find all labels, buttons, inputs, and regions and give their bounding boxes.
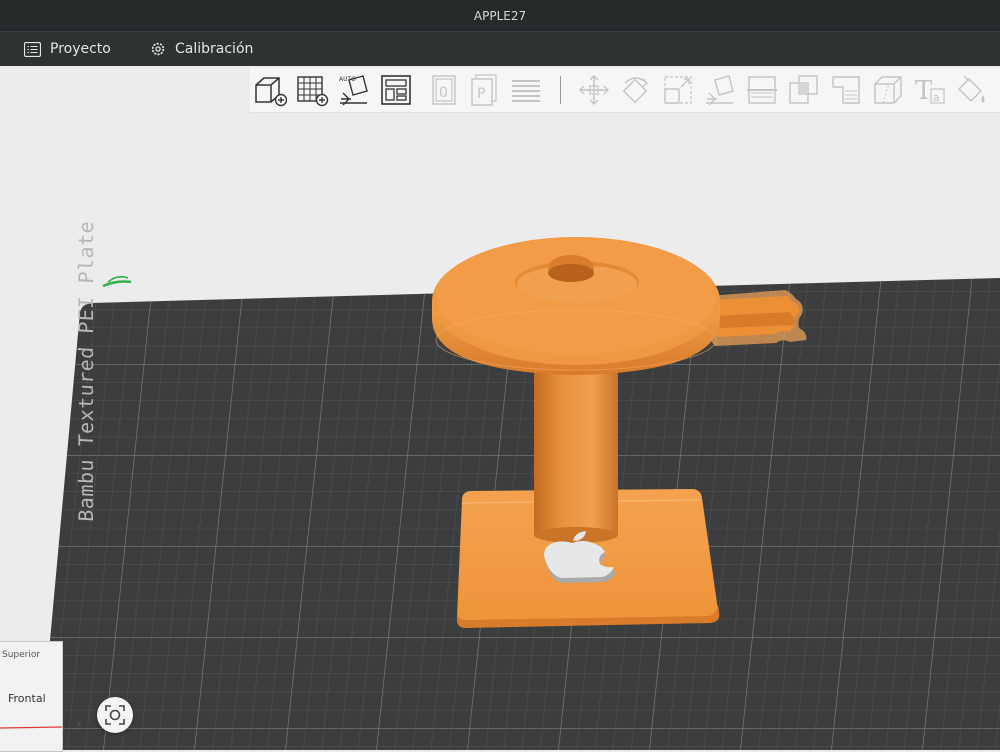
- menu-project[interactable]: Proyecto: [24, 32, 111, 66]
- support-paint-icon: [832, 76, 860, 104]
- svg-text:AUTO: AUTO: [339, 76, 356, 83]
- arrange-icon: [381, 75, 411, 105]
- arrange-button[interactable]: [378, 72, 414, 108]
- calibration-gear-icon: [151, 42, 165, 56]
- scale-button[interactable]: [660, 72, 696, 108]
- move-arrows-icon: [579, 75, 609, 105]
- color-paint-button[interactable]: [954, 72, 990, 108]
- svg-text:T: T: [915, 76, 933, 106]
- zero-plate-icon: 0: [432, 75, 456, 105]
- menu-calibration[interactable]: Calibración: [150, 32, 253, 66]
- text-tool-button[interactable]: T a: [912, 72, 948, 108]
- toolbar-separator: [560, 76, 561, 104]
- svg-text:P: P: [477, 86, 485, 102]
- rotate-button[interactable]: [618, 72, 654, 108]
- navcube-top-face[interactable]: Superior: [2, 650, 40, 660]
- menu-bar: Proyecto Calibración: [0, 32, 1000, 66]
- cut-icon: [747, 76, 777, 104]
- window-title: APPLE27: [473, 8, 527, 23]
- seam-cube-icon: [874, 76, 902, 104]
- side-object[interactable]: [707, 290, 807, 346]
- text-icon: T a: [915, 76, 945, 106]
- focus-camera-icon: [105, 705, 125, 725]
- lay-on-face-button[interactable]: [702, 72, 738, 108]
- layers-button[interactable]: [508, 72, 544, 108]
- cube-add-icon: [255, 77, 287, 107]
- x-axis-icon: [0, 726, 62, 729]
- svg-text:a: a: [933, 91, 940, 104]
- scene-canvas: Bambu Textured PEI Plate: [40, 220, 1000, 750]
- add-object-button[interactable]: [252, 72, 288, 108]
- cut-button[interactable]: [744, 72, 780, 108]
- fit-view-button[interactable]: [97, 697, 133, 733]
- scale-icon: [664, 76, 692, 104]
- menu-project-label: Proyecto: [50, 41, 111, 57]
- project-list-icon: [24, 41, 41, 57]
- auto-orient-button[interactable]: AUTO: [336, 72, 372, 108]
- plate-label: Bambu Textured PEI Plate: [74, 220, 98, 522]
- move-button[interactable]: [576, 72, 612, 108]
- rotate-icon: [622, 77, 649, 104]
- viewport-3d[interactable]: Bambu Textured PEI Plate: [0, 66, 1000, 750]
- menu-calibration-label: Calibración: [175, 41, 254, 57]
- navigation-cube[interactable]: Superior Frontal: [0, 641, 63, 752]
- plate-p-button[interactable]: P: [466, 72, 502, 108]
- add-plate-button[interactable]: [294, 72, 330, 108]
- model-top-disk[interactable]: [432, 237, 720, 375]
- top-toolbar: AUTO 0 P T a: [250, 68, 1000, 113]
- lay-on-face-icon: [706, 75, 734, 106]
- title-bar: APPLE27: [0, 0, 1000, 32]
- boolean-icon: [789, 75, 818, 104]
- support-paint-button[interactable]: [828, 72, 864, 108]
- axis-x-label: X: [76, 720, 82, 729]
- p-plate-icon: P: [471, 74, 497, 106]
- origin-marker-icon: [102, 275, 132, 288]
- model-stem[interactable]: [534, 368, 618, 543]
- layers-icon: [512, 80, 540, 102]
- navcube-front-face[interactable]: Frontal: [8, 692, 46, 705]
- grid-add-icon: [297, 76, 329, 107]
- svg-text:0: 0: [439, 85, 448, 101]
- orient-zero-button[interactable]: 0: [426, 72, 462, 108]
- boolean-button[interactable]: [786, 72, 822, 108]
- seam-button[interactable]: [870, 72, 906, 108]
- auto-orient-icon: AUTO: [339, 75, 368, 106]
- paint-bucket-icon: [958, 75, 985, 103]
